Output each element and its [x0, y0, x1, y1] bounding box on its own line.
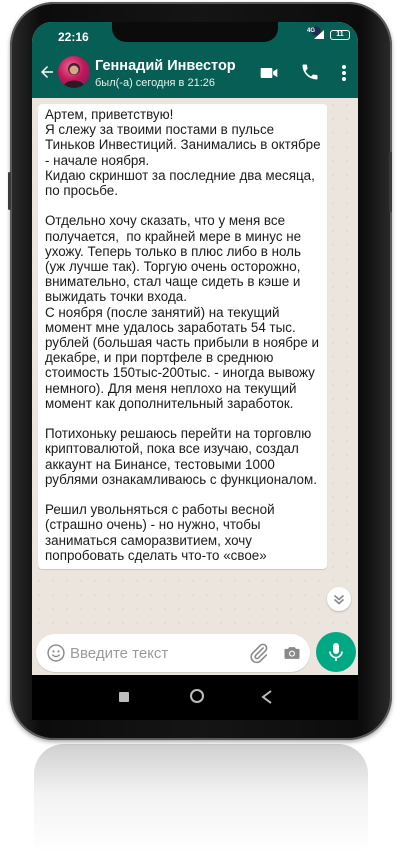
chat-area[interactable]: Артем, приветствую! Я слежу за твоими по… [32, 98, 358, 631]
message-text: Артем, приветствую! Я слежу за твоими по… [45, 107, 321, 563]
chat-header: Геннадий Инвестор был(-а) сегодня в 21:2… [32, 48, 358, 98]
phone-screen: 22:16 4G 11 Геннадий Инвестор был(-а) се… [32, 22, 358, 675]
phone-notch [112, 22, 320, 42]
arrow-left-icon[interactable] [38, 63, 56, 81]
phone-reflection [34, 744, 368, 854]
battery-indicator: 11 [330, 30, 350, 40]
last-seen-status: был(-а) сегодня в 21:26 [95, 77, 215, 89]
message-input-container[interactable] [36, 634, 310, 672]
phone-icon[interactable] [300, 62, 320, 82]
message-input[interactable] [70, 643, 230, 663]
paperclip-icon[interactable] [248, 642, 270, 664]
avatar-photo-icon [63, 63, 85, 88]
system-navigation-bar [32, 675, 358, 720]
signal-icon [314, 30, 324, 39]
voice-record-button[interactable] [316, 632, 356, 672]
chevron-double-down-icon [333, 594, 345, 605]
phone-side-button [8, 172, 11, 210]
more-vertical-icon[interactable] [336, 63, 352, 83]
message-composer [32, 631, 358, 675]
recent-apps-button[interactable] [119, 692, 129, 702]
microphone-icon [329, 643, 343, 661]
phone-side-button [389, 152, 392, 212]
status-time: 22:16 [58, 30, 89, 44]
camera-icon[interactable] [282, 643, 302, 663]
emoji-icon[interactable] [46, 643, 66, 663]
avatar[interactable] [58, 56, 90, 88]
incoming-message-bubble[interactable]: Артем, приветствую! Я слежу за твоими по… [38, 104, 327, 570]
scroll-to-bottom-button[interactable] [327, 587, 351, 611]
home-button[interactable] [190, 689, 204, 703]
status-bar: 22:16 4G 11 [32, 22, 358, 48]
video-camera-icon[interactable] [259, 63, 279, 83]
back-triangle-icon[interactable] [261, 690, 273, 704]
contact-name[interactable]: Геннадий Инвестор [95, 58, 236, 74]
